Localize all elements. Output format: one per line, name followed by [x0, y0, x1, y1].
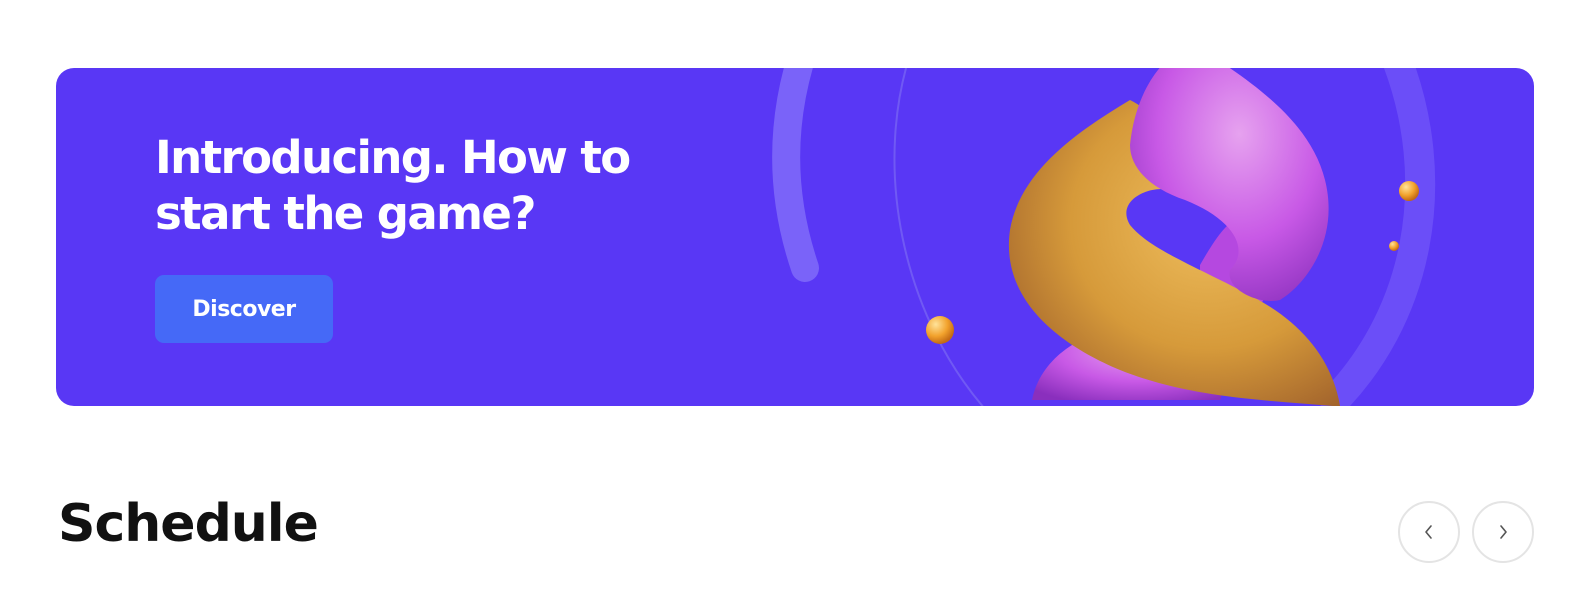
schedule-prev-button[interactable]: [1398, 501, 1460, 563]
page: Introducing. How to start the game? Disc…: [0, 0, 1595, 607]
discover-button[interactable]: Discover: [155, 275, 333, 343]
chevron-right-icon: [1500, 525, 1507, 539]
schedule-next-button[interactable]: [1472, 501, 1534, 563]
chevron-left-icon: [1425, 525, 1432, 539]
schedule-title: Schedule: [58, 494, 319, 554]
banner-title: Introducing. How to start the game?: [155, 131, 631, 240]
